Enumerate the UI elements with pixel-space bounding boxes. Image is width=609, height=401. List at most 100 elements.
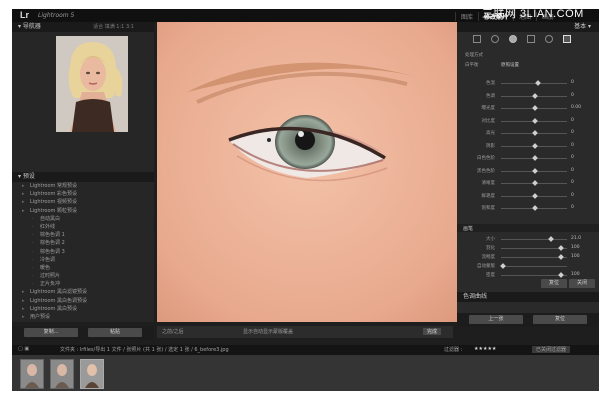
slider-row: 对比度 0 (461, 118, 587, 124)
crop-tool-icon[interactable] (473, 35, 481, 43)
filmstrip-thumbnail[interactable] (20, 359, 44, 389)
preset-folder[interactable]: ▸ Lightroom 视频预设 (12, 198, 154, 206)
slider-label: 密度 (486, 273, 495, 278)
portrait-thumbnail-icon (56, 36, 128, 132)
slider-knob-icon[interactable] (532, 142, 538, 149)
preset-item[interactable]: · 自动黑白 (12, 215, 154, 223)
preset-item[interactable]: · 正片负冲 (12, 280, 154, 288)
slider-value[interactable]: 0 (571, 130, 574, 135)
slider-knob-icon[interactable] (557, 272, 564, 278)
slider-track[interactable] (501, 83, 567, 84)
paste-settings-button[interactable]: 粘贴 (88, 328, 142, 337)
slider-knob-icon[interactable] (532, 117, 538, 124)
presets-header[interactable]: ▾ 预设 (12, 172, 154, 182)
done-button[interactable]: 完成 (423, 328, 442, 335)
preset-item[interactable]: · 暖色 (12, 264, 154, 272)
slider-knob-icon[interactable] (532, 192, 538, 199)
spot-removal-tool-icon[interactable] (491, 35, 499, 43)
lightroom-window: Lr Lightroom 5 图库 修改照片 地图 画册 ▾ 导航器 适合 填满… (12, 9, 599, 391)
preset-item[interactable]: · 棕色色调 1 (12, 231, 154, 239)
slider-knob-icon[interactable] (500, 263, 506, 269)
reset-button[interactable]: 复位 (541, 279, 567, 288)
slider-value[interactable]: 21.0 (571, 236, 581, 241)
preset-folder[interactable]: ▸ Lightroom 黑白预设 (12, 305, 154, 313)
slider-knob-icon[interactable] (532, 180, 538, 186)
slider-value[interactable]: 0 (571, 205, 574, 210)
main-photo-view[interactable] (157, 22, 457, 322)
slider-track[interactable] (501, 239, 567, 240)
preset-item[interactable]: · 棕色色调 3 (12, 248, 154, 256)
preset-item[interactable]: · 棕色色调 2 (12, 239, 154, 247)
basic-panel-header[interactable]: 基本 ▾ (457, 22, 599, 32)
slider-knob-icon[interactable] (557, 245, 564, 251)
previous-button[interactable]: 上一张 (469, 315, 523, 324)
preset-folder[interactable]: ▸ Lightroom 常规预设 (12, 182, 154, 190)
preset-label: Lightroom 常规预设 (30, 183, 78, 189)
graduated-filter-icon[interactable] (527, 35, 535, 43)
auto-mask-status[interactable]: 显示自动显示蒙版覆盖 (243, 328, 293, 335)
slider-knob-icon[interactable] (532, 205, 538, 211)
filmstrip-path[interactable]: 文件夹 : lrfiles/导出 1 文件 / 张照片 (共 1 张) / 选定… (60, 346, 229, 353)
slider-knob-icon[interactable] (532, 105, 538, 111)
slider-track[interactable] (501, 248, 567, 249)
slider-value[interactable]: 0 (571, 93, 574, 98)
preset-item[interactable]: · 红外线 (12, 223, 154, 231)
slider-row: 高光 0 (461, 130, 587, 136)
slider-track[interactable] (501, 275, 567, 276)
expand-triangle-icon: ▸ (22, 305, 25, 312)
brush-section-header[interactable]: 画笔 (457, 224, 599, 232)
view-toggle-icon[interactable]: ▢ ▣ (18, 346, 29, 352)
filmstrip-thumbnail[interactable] (50, 359, 74, 389)
preset-label: 红外线 (40, 223, 56, 230)
navigator-header[interactable]: ▾ 导航器 适合 填满 1:1 3:1 (12, 22, 154, 32)
slider-value[interactable]: 100 (571, 254, 580, 259)
before-after-label[interactable]: 之前/之后 (162, 328, 184, 335)
slider-knob-icon[interactable] (532, 92, 538, 99)
slider-value[interactable]: 0 (571, 168, 574, 173)
preset-label: 过时照片 (40, 273, 61, 280)
filter-state-dropdown[interactable]: 已关闭过滤器 (532, 346, 571, 353)
wb-value[interactable]: 原照设置 (501, 62, 519, 68)
preset-item[interactable]: · 冷色调 (12, 256, 154, 264)
slider-value[interactable]: 0 (571, 155, 574, 160)
slider-value[interactable]: 0 (571, 143, 574, 148)
slider-knob-icon[interactable] (535, 80, 542, 86)
red-eye-tool-icon[interactable] (509, 35, 517, 43)
preset-folder[interactable]: ▸ Lightroom 彩色预设 (12, 190, 154, 198)
slider-value[interactable]: 0 (571, 180, 574, 185)
preset-folder[interactable]: ▸ 用户预设 (12, 313, 154, 321)
slider-value[interactable]: 0 (571, 80, 574, 85)
preset-folder[interactable]: ▸ Lightroom 黑白滤镜预设 (12, 288, 154, 296)
preset-item[interactable]: · 过时照片 (12, 272, 154, 280)
preset-label: Lightroom 黑白滤镜预设 (30, 289, 88, 296)
slider-knob-icon[interactable] (548, 236, 554, 242)
star-rating-filter[interactable]: ★★★★★ (474, 346, 496, 352)
radial-filter-icon[interactable] (545, 35, 553, 43)
slider-knob-icon[interactable] (532, 167, 538, 174)
slider-value[interactable]: 0.00 (571, 105, 581, 110)
slider-track[interactable] (501, 257, 567, 258)
navigator-preview[interactable] (56, 36, 128, 132)
slider-value[interactable]: 0 (571, 193, 574, 198)
slider-row: 大小 21.0 (461, 236, 587, 242)
reset-all-button[interactable]: 复位 (533, 315, 587, 324)
slider-track[interactable] (501, 266, 567, 267)
slider-row: 阴影 0 (461, 143, 587, 149)
slider-value[interactable]: 100 (571, 245, 580, 250)
module-library[interactable]: 图库 (454, 12, 478, 21)
filmstrip-thumbnail-selected[interactable] (80, 359, 104, 389)
tool-strip (467, 35, 577, 43)
tone-curve-header[interactable]: 色调曲线 (457, 292, 599, 302)
navigator-zoom-options[interactable]: 适合 填满 1:1 3:1 (93, 22, 134, 32)
copy-settings-button[interactable]: 复制... (24, 328, 78, 337)
preset-folder[interactable]: ▸ Lightroom 颗粒预设 (12, 207, 154, 215)
slider-knob-icon[interactable] (532, 130, 538, 136)
close-button[interactable]: 关闭 (569, 279, 595, 288)
slider-knob-icon[interactable] (532, 155, 538, 161)
brush-title: 画笔 (463, 226, 474, 232)
preset-folder[interactable]: ▸ Lightroom 黑白色调预设 (12, 297, 154, 305)
adjustment-brush-icon[interactable] (563, 35, 571, 43)
slider-knob-icon[interactable] (557, 254, 564, 260)
slider-value[interactable]: 100 (571, 272, 580, 277)
slider-value[interactable]: 0 (571, 118, 574, 123)
